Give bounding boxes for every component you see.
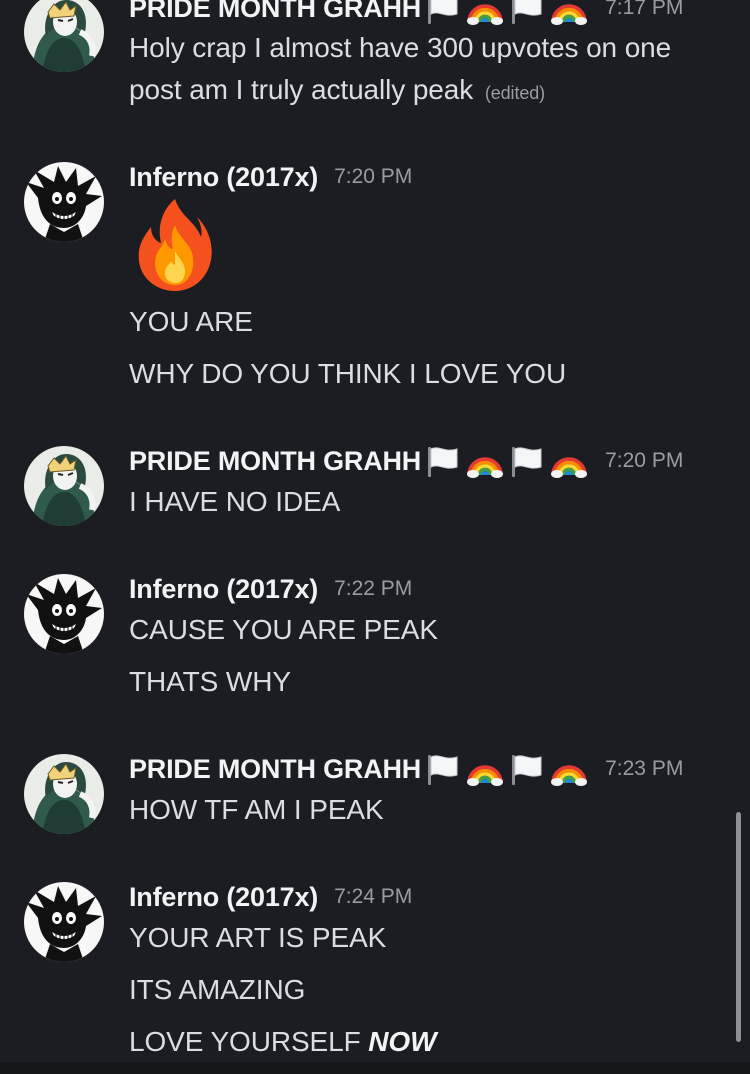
pale-haired-character-avatar bbox=[24, 0, 104, 72]
timestamp: 7:20 PM bbox=[605, 449, 684, 472]
message-header: PRIDE MONTH GRAHH 7:23 PM bbox=[129, 751, 683, 787]
author-name[interactable]: PRIDE MONTH GRAHH bbox=[129, 754, 421, 785]
rainbow-emoji bbox=[465, 0, 505, 26]
message-header: Inferno (2017x) 7:24 PM bbox=[129, 879, 412, 915]
chat-message-list[interactable]: PRIDE MONTH GRAHH 7:17 PM Holy crap I al… bbox=[0, 0, 750, 1074]
timestamp: 7:24 PM bbox=[334, 885, 413, 908]
author-name[interactable]: Inferno (2017x) bbox=[129, 574, 318, 605]
emphasis-text: NOW bbox=[368, 1026, 437, 1057]
user-avatar[interactable] bbox=[24, 754, 104, 834]
message-text: THATS WHY bbox=[129, 666, 291, 697]
message-header: Inferno (2017x) 7:22 PM bbox=[129, 571, 412, 607]
timestamp: 7:20 PM bbox=[334, 165, 413, 188]
white-flag-emoji bbox=[423, 443, 463, 479]
message-text: I HAVE NO IDEA bbox=[129, 486, 341, 517]
message-text: LOVE YOURSELF NOW bbox=[129, 1026, 437, 1058]
timestamp: 7:22 PM bbox=[334, 577, 413, 600]
white-flag-emoji bbox=[423, 751, 463, 787]
name-emoji-set bbox=[423, 751, 589, 787]
edited-label: (edited) bbox=[484, 83, 546, 103]
message-header: PRIDE MONTH GRAHH 7:17 PM bbox=[129, 0, 683, 26]
message-text: YOU ARE bbox=[129, 306, 253, 337]
message-text: Holy crap I almost have 300 upvotes on o… bbox=[129, 32, 672, 63]
rainbow-emoji bbox=[465, 751, 505, 787]
author-name[interactable]: Inferno (2017x) bbox=[129, 882, 318, 913]
fire-emoji bbox=[138, 199, 212, 291]
pale-haired-character-avatar bbox=[24, 754, 104, 834]
composer-edge bbox=[0, 1062, 750, 1074]
message-header: PRIDE MONTH GRAHH 7:20 PM bbox=[129, 443, 683, 479]
dark-hedgehog-avatar bbox=[24, 162, 104, 242]
white-flag-emoji bbox=[507, 443, 547, 479]
rainbow-emoji bbox=[549, 0, 589, 26]
scrollbar-thumb[interactable] bbox=[736, 812, 741, 1042]
white-flag-emoji bbox=[507, 751, 547, 787]
white-flag-emoji bbox=[507, 0, 547, 26]
white-flag-emoji bbox=[423, 0, 463, 26]
name-emoji-set bbox=[423, 0, 589, 26]
message-text: WHY DO YOU THINK I LOVE YOU bbox=[129, 358, 567, 389]
message-text-content: post am I truly actually peak bbox=[129, 74, 474, 105]
user-avatar[interactable] bbox=[24, 574, 104, 654]
rainbow-emoji bbox=[465, 443, 505, 479]
dark-hedgehog-avatar bbox=[24, 882, 104, 962]
author-name[interactable]: PRIDE MONTH GRAHH bbox=[129, 0, 421, 24]
message-text-content: LOVE YOURSELF bbox=[129, 1026, 361, 1057]
author-name[interactable]: Inferno (2017x) bbox=[129, 162, 318, 193]
timestamp: 7:23 PM bbox=[605, 757, 684, 780]
dark-hedgehog-avatar bbox=[24, 574, 104, 654]
rainbow-emoji bbox=[549, 443, 589, 479]
message-header: Inferno (2017x) 7:20 PM bbox=[129, 159, 412, 195]
user-avatar[interactable] bbox=[24, 446, 104, 526]
message-text: ITS AMAZING bbox=[129, 974, 306, 1005]
user-avatar[interactable] bbox=[24, 162, 104, 242]
user-avatar[interactable] bbox=[24, 882, 104, 962]
message-text: YOUR ART IS PEAK bbox=[129, 922, 387, 953]
rainbow-emoji bbox=[549, 751, 589, 787]
author-name[interactable]: PRIDE MONTH GRAHH bbox=[129, 446, 421, 477]
message-text: CAUSE YOU ARE PEAK bbox=[129, 614, 438, 645]
timestamp: 7:17 PM bbox=[605, 0, 684, 19]
message-text: post am I truly actually peak (edited) bbox=[129, 74, 545, 106]
user-avatar[interactable] bbox=[24, 0, 104, 72]
message-text: HOW TF AM I PEAK bbox=[129, 794, 384, 825]
name-emoji-set bbox=[423, 443, 589, 479]
pale-haired-character-avatar bbox=[24, 446, 104, 526]
